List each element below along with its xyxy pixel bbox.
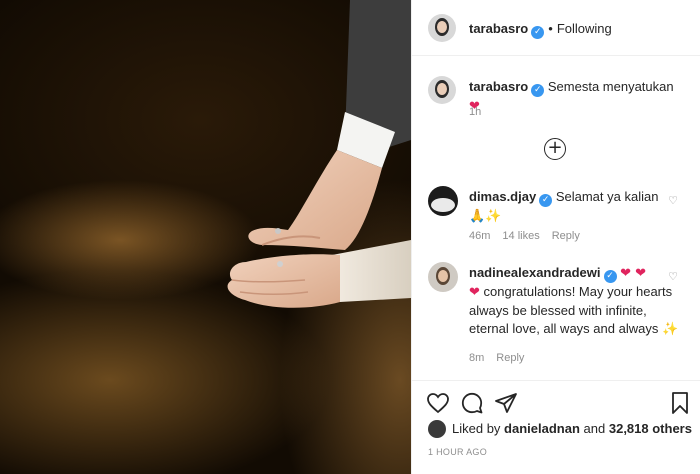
comment-body: Selamat ya kalian <box>555 189 659 204</box>
author-username[interactable]: tarabasro <box>469 21 528 36</box>
verified-badge-icon: ✓ <box>531 84 545 97</box>
comment-item: nadinealexandradewi ✓ ❤ ❤ ❤ congratulatio… <box>412 256 700 366</box>
heart-outline-icon[interactable]: ♡ <box>668 194 678 207</box>
caption-time: 1h <box>469 106 482 118</box>
red-heart-icon: ❤ <box>469 285 480 300</box>
caption-text: tarabasro ✓ Semesta menyatukan ❤ <box>469 78 684 116</box>
reply-button[interactable]: Reply <box>496 352 524 364</box>
paper-plane-icon[interactable] <box>494 391 518 415</box>
comment-text: dimas.djay ✓ Selamat ya kalian 🙏✨ <box>469 188 684 226</box>
liked-by-label: Liked by <box>452 421 501 436</box>
comment-body: congratulations! May your hearts always … <box>469 284 673 336</box>
sparkle-icon: ✨ <box>661 322 679 337</box>
pray-sparkle-icon: 🙏✨ <box>469 209 502 224</box>
comment-meta: 8m Reply <box>469 352 536 364</box>
likes-summary: Liked by danieladnan and 32,818 others <box>428 420 692 438</box>
comment-likes[interactable]: 14 likes <box>502 230 539 242</box>
commenter-avatar[interactable] <box>428 186 458 216</box>
load-more-comments-button[interactable]: + <box>544 138 566 160</box>
following-button[interactable]: Following <box>557 21 612 36</box>
author-avatar[interactable] <box>428 14 456 42</box>
verified-badge-icon: ✓ <box>603 270 617 283</box>
liked-and-label: and <box>583 421 606 436</box>
commenter-username[interactable]: dimas.djay <box>469 189 536 204</box>
heart-outline-icon[interactable]: ♡ <box>668 270 678 283</box>
liker-username[interactable]: danieladnan <box>504 421 580 436</box>
caption-avatar[interactable] <box>428 76 456 104</box>
post-side-panel: tarabasro ✓ • Following tarabasro ✓ Semesta … <box>411 0 700 474</box>
post-timestamp[interactable]: 1 HOUR AGO <box>428 447 487 457</box>
commenter-username[interactable]: nadinealexandradewi <box>469 265 601 280</box>
comment-item: dimas.djay ✓ Selamat ya kalian 🙏✨ ♡ 46m 14… <box>412 180 700 250</box>
comment-time: 8m <box>469 352 485 364</box>
comment-meta: 46m 14 likes Reply <box>469 230 592 242</box>
post-header: tarabasro ✓ • Following <box>412 0 700 56</box>
commenter-avatar[interactable] <box>428 262 458 292</box>
likes-count[interactable]: 32,818 others <box>609 421 692 436</box>
caption-username[interactable]: tarabasro <box>469 79 528 94</box>
bookmark-icon[interactable] <box>668 391 692 415</box>
verified-badge-icon: ✓ <box>539 194 553 207</box>
comment-text: nadinealexandradewi ✓ ❤ ❤ ❤ congratulatio… <box>469 264 684 339</box>
comment-time: 46m <box>469 230 491 242</box>
caption-body: Semesta menyatukan <box>547 79 674 94</box>
post-photo[interactable] <box>0 0 411 474</box>
liker-avatar[interactable] <box>428 420 446 438</box>
caption: tarabasro ✓ Semesta menyatukan ❤ 1h <box>412 70 700 120</box>
hands-illustration <box>227 0 411 308</box>
separator-dot: • <box>548 21 553 36</box>
red-hearts-icon: ❤ ❤ <box>620 266 647 281</box>
heart-icon[interactable] <box>426 391 450 415</box>
reply-button[interactable]: Reply <box>552 230 580 242</box>
verified-badge-icon: ✓ <box>531 26 545 39</box>
comment-bubble-icon[interactable] <box>460 391 484 415</box>
